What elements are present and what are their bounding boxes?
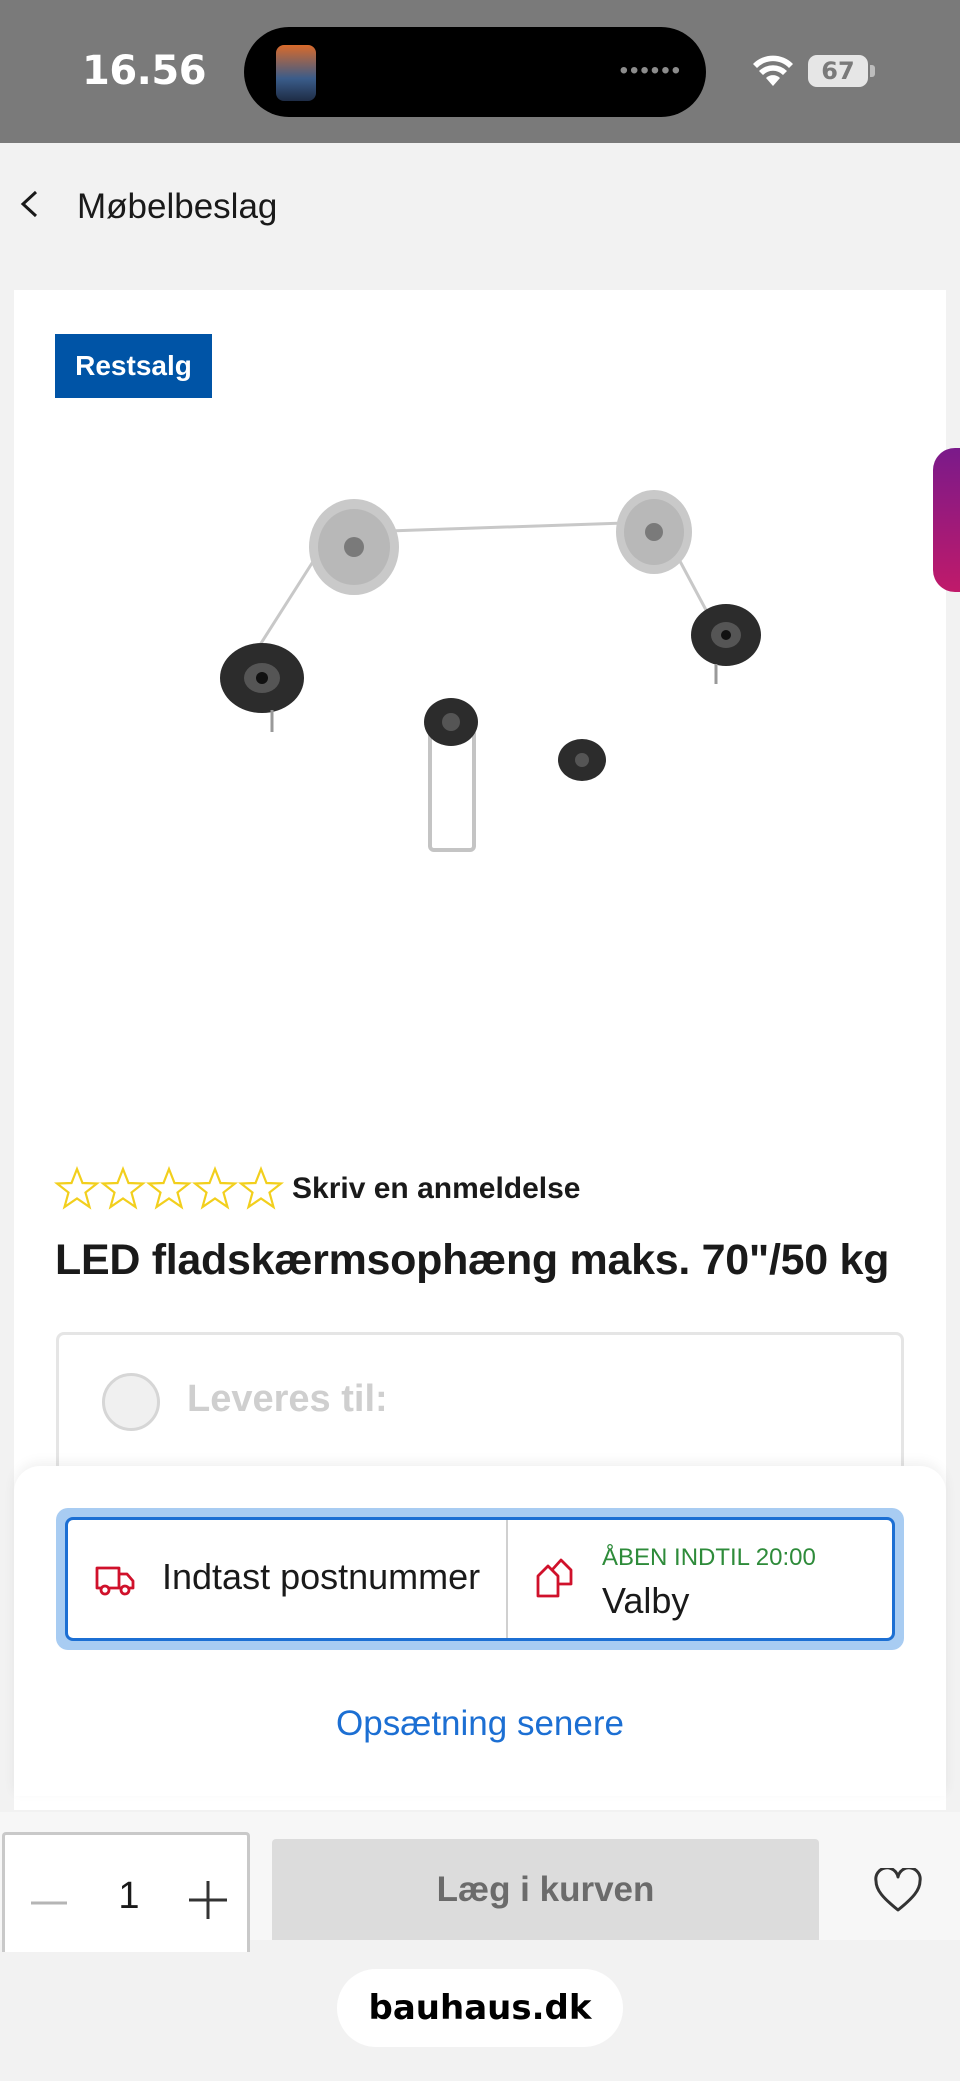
truck-icon bbox=[95, 1566, 135, 1596]
delivery-radio[interactable] bbox=[102, 1373, 160, 1431]
quantity-stepper: 1 bbox=[2, 1832, 250, 1952]
back-chevron-icon[interactable] bbox=[10, 179, 50, 229]
product-image[interactable] bbox=[194, 450, 794, 870]
side-promo-tab[interactable] bbox=[933, 448, 960, 592]
store-icon bbox=[536, 1558, 573, 1598]
write-review-link[interactable]: Skriv en anmeldelse bbox=[292, 1172, 581, 1206]
star-icon[interactable] bbox=[100, 1166, 146, 1212]
store-open-status: ÅBEN INDTIL 20:00 bbox=[602, 1544, 816, 1571]
product-title: LED fladskærmsophæng maks. 70"/50 kg bbox=[55, 1236, 890, 1284]
wifi-icon bbox=[753, 55, 793, 86]
browser-url-bar[interactable]: bauhaus.dk bbox=[337, 1969, 623, 2047]
delivery-option[interactable]: Leveres til: bbox=[56, 1332, 904, 1482]
store-selector-sheet: Indtast postnummer ÅBEN INDTIL 20:00 Val… bbox=[14, 1466, 946, 1796]
store-name: Valby bbox=[602, 1580, 690, 1621]
star-icon[interactable] bbox=[146, 1166, 192, 1212]
location-selector-inner: Indtast postnummer ÅBEN INDTIL 20:00 Val… bbox=[65, 1517, 895, 1641]
plus-icon[interactable] bbox=[187, 1879, 229, 1921]
star-icon[interactable] bbox=[54, 1166, 100, 1212]
store-button[interactable]: ÅBEN INDTIL 20:00 Valby bbox=[508, 1520, 892, 1638]
add-to-cart-button[interactable]: Læg i kurven bbox=[272, 1839, 819, 1940]
battery-indicator: 67 bbox=[808, 55, 868, 87]
delivery-label: Leveres til: bbox=[187, 1378, 388, 1420]
status-bar: 16.56 •••••• 67 bbox=[0, 0, 960, 143]
star-icon[interactable] bbox=[192, 1166, 238, 1212]
setup-later-link[interactable]: Opsætning senere bbox=[14, 1704, 946, 1744]
status-time: 16.56 bbox=[82, 48, 207, 94]
page-title: Møbelbeslag bbox=[77, 187, 278, 226]
battery-cap bbox=[870, 65, 875, 77]
now-playing-thumbnail bbox=[276, 45, 316, 101]
sale-badge: Restsalg bbox=[55, 334, 212, 398]
waveform-icon: •••••• bbox=[619, 57, 682, 84]
heart-icon[interactable] bbox=[873, 1868, 923, 1914]
bottom-bar: 1 Læg i kurven bauhaus.dk bbox=[0, 1812, 960, 2081]
rating-row: Skriv en anmeldelse bbox=[54, 1166, 581, 1212]
postcode-prompt: Indtast postnummer bbox=[162, 1556, 481, 1597]
page-header: Møbelbeslag bbox=[0, 143, 960, 268]
postcode-button[interactable]: Indtast postnummer bbox=[68, 1520, 508, 1638]
dynamic-island: •••••• bbox=[244, 27, 706, 117]
location-selector: Indtast postnummer ÅBEN INDTIL 20:00 Val… bbox=[56, 1508, 904, 1650]
star-icon[interactable] bbox=[238, 1166, 284, 1212]
